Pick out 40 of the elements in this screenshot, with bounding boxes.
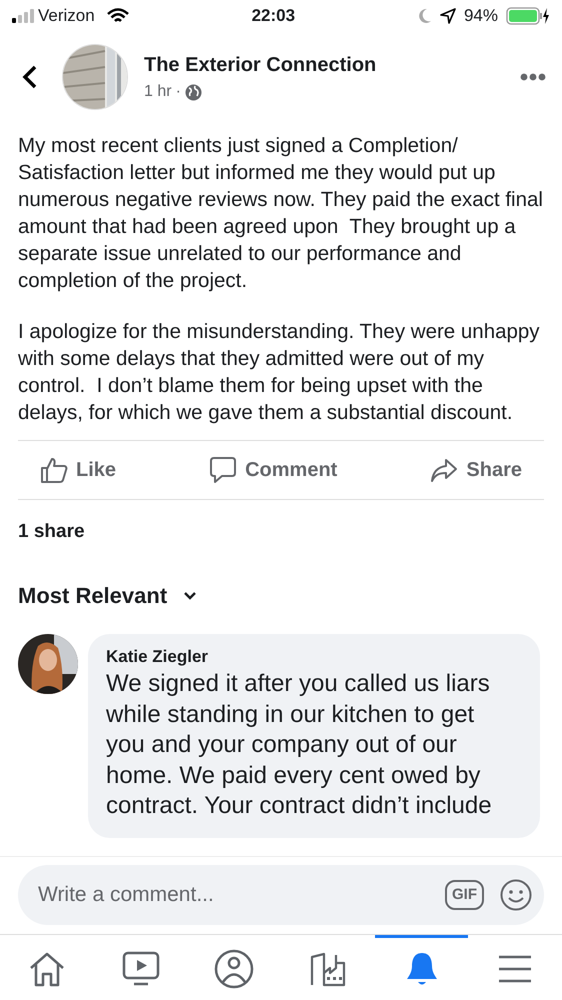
separator-dot: · xyxy=(176,82,181,102)
battery-percent: 94% xyxy=(464,5,498,28)
post-time: 1 hr xyxy=(144,82,172,102)
chevron-down-icon xyxy=(183,590,198,600)
thumbs-up-icon xyxy=(40,456,68,484)
carrier-name: Verizon xyxy=(38,5,95,28)
smiley-icon xyxy=(500,879,532,911)
share-arrow-icon xyxy=(430,457,458,483)
back-button[interactable] xyxy=(22,64,38,90)
menu-icon xyxy=(498,954,532,984)
profile-icon xyxy=(214,949,254,989)
battery-charging-icon xyxy=(506,7,550,25)
post-paragraph: My most recent clients just signed a Completion/ Satisfaction letter but informed me they would put up numerous negative reviews now. They paid the exact final amount that had been agreed upon They brought up a separate issue unrelated to our performance and completion of the project. xyxy=(17,133,544,294)
video-icon xyxy=(122,951,160,987)
comment-text-line: We signed it after you called us liars xyxy=(106,669,491,699)
location-arrow-icon xyxy=(440,8,456,24)
speech-bubble-icon xyxy=(209,456,238,484)
signal-icon xyxy=(12,9,34,23)
like-button[interactable]: Like xyxy=(34,454,122,486)
sort-dropdown[interactable]: Most Relevant xyxy=(0,546,562,612)
wifi-icon xyxy=(106,8,129,24)
comment-text-line: while standing in our kitchen to get xyxy=(106,700,476,730)
clock-time: 22:03 xyxy=(252,5,296,28)
comment-text-line: contract. Your contract didn’t include xyxy=(106,791,493,821)
comment-author[interactable]: Katie Ziegler xyxy=(106,644,524,669)
moon-icon xyxy=(418,8,432,24)
share-count[interactable]: 1 share xyxy=(0,500,562,546)
post-paragraph: I apologize for the misunderstanding. They were unhappy with some delays that they admitted were out of my control. I don’t blame them for being upset with the delays, for which we gave them a substantial discount. xyxy=(17,319,541,426)
comment-button[interactable]: Comment xyxy=(203,454,344,486)
share-button[interactable]: Share xyxy=(424,454,528,486)
page-name[interactable]: The Exterior Connection xyxy=(144,50,520,80)
gif-button[interactable]: GIF xyxy=(445,880,484,910)
comment-text-line: you and your company out of our xyxy=(106,730,458,760)
globe-icon xyxy=(184,84,202,100)
comment-input[interactable]: Write a comment... GIF xyxy=(18,865,544,925)
emoji-button[interactable] xyxy=(500,879,532,911)
more-icon xyxy=(520,72,546,81)
buildings-icon xyxy=(310,951,346,987)
comment-text-line: home. We paid every cent owed by xyxy=(106,760,482,790)
back-chevron-icon xyxy=(22,64,38,90)
